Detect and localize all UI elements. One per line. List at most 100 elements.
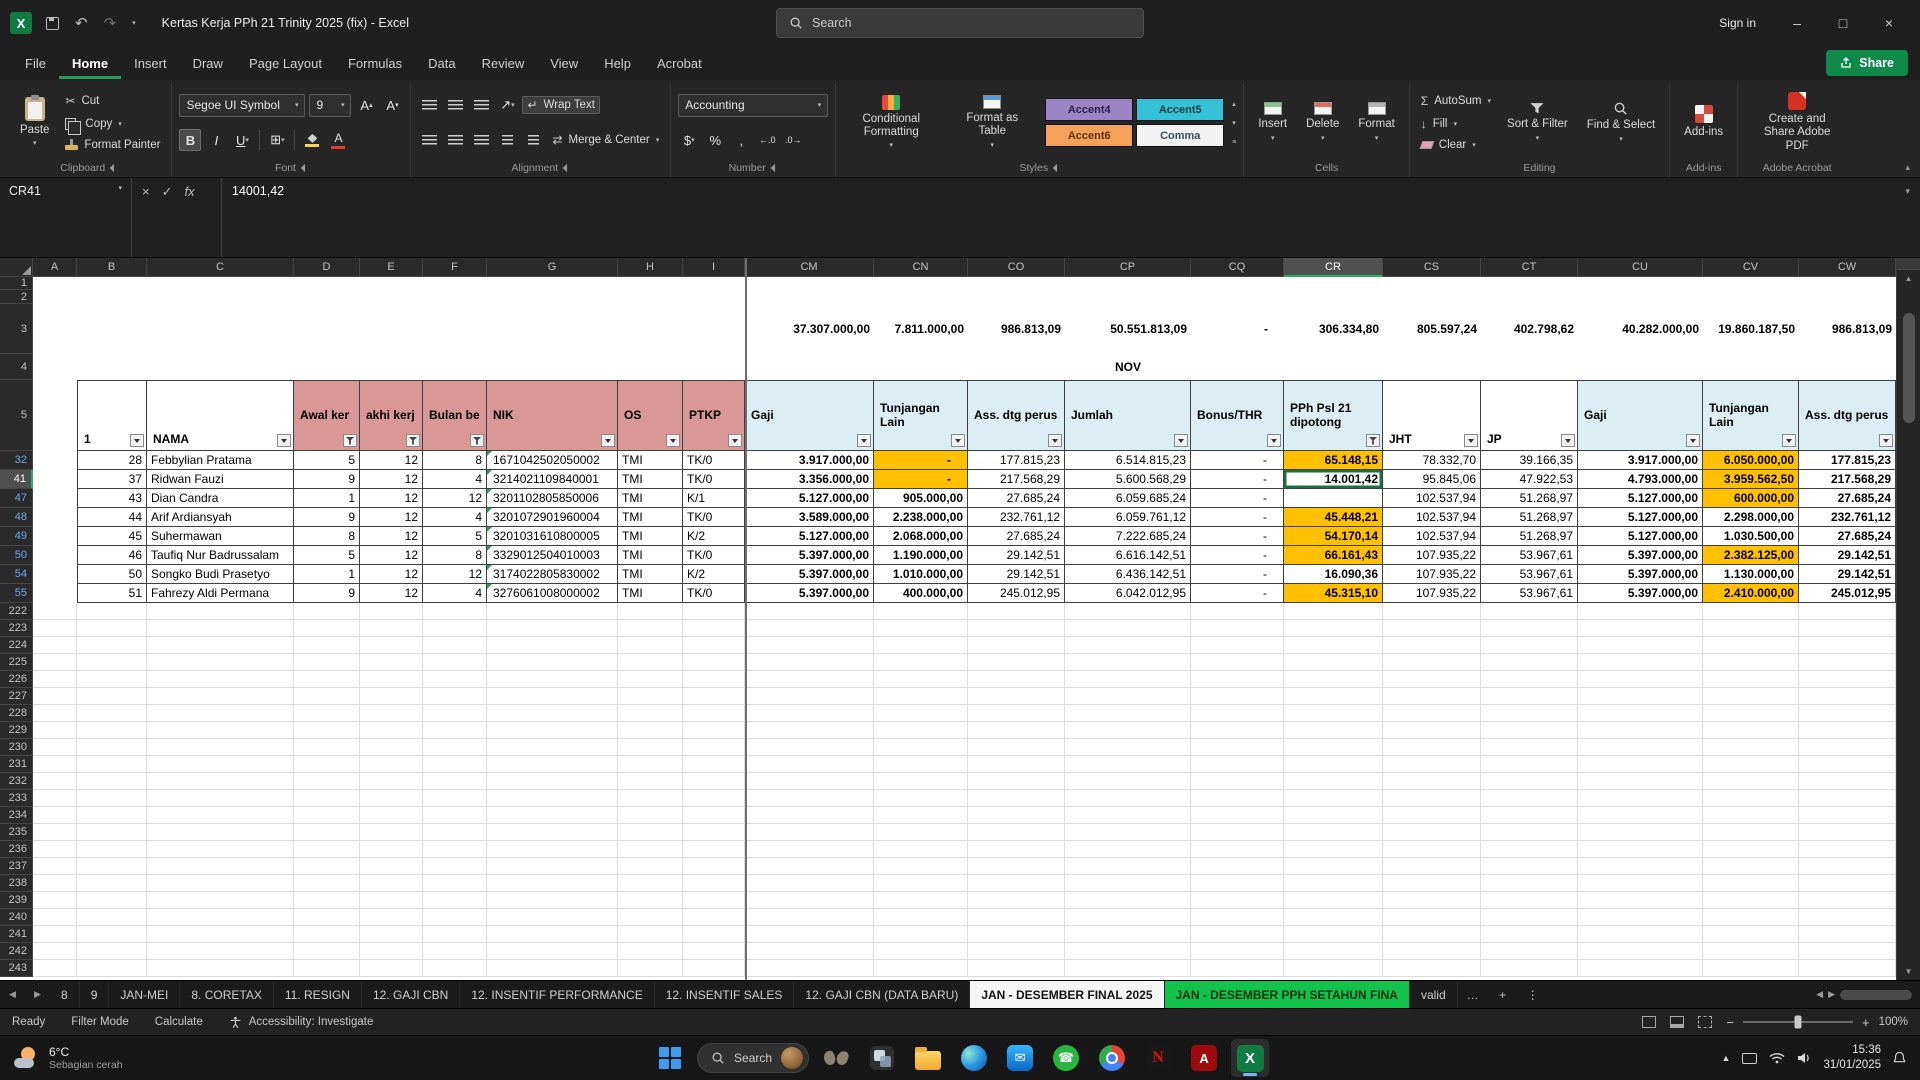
cell[interactable] bbox=[487, 354, 618, 380]
cell[interactable] bbox=[1481, 739, 1578, 756]
cell[interactable] bbox=[77, 637, 147, 654]
filter-button-D[interactable] bbox=[343, 434, 357, 447]
row-header-226[interactable]: 226 bbox=[0, 671, 33, 688]
cell[interactable] bbox=[745, 739, 874, 756]
cell[interactable] bbox=[360, 756, 423, 773]
cell[interactable]: 46 bbox=[77, 546, 147, 565]
cell[interactable] bbox=[1284, 926, 1383, 943]
cell[interactable] bbox=[487, 756, 618, 773]
filter-button-CO[interactable] bbox=[1048, 434, 1062, 447]
cell[interactable] bbox=[1481, 654, 1578, 671]
cell[interactable]: 1 bbox=[294, 565, 360, 584]
cell[interactable] bbox=[1383, 909, 1481, 926]
filter-button-B[interactable] bbox=[130, 434, 144, 447]
style-gallery-scroll[interactable]: ▴ ▾ ≡ bbox=[1232, 98, 1236, 148]
row-header-48[interactable]: 48 bbox=[0, 508, 33, 527]
cell[interactable] bbox=[1383, 739, 1481, 756]
cell[interactable] bbox=[968, 807, 1065, 824]
cell[interactable]: - bbox=[1191, 304, 1284, 354]
cell[interactable] bbox=[423, 722, 487, 739]
scroll-up-icon[interactable]: ▲ bbox=[1905, 270, 1913, 287]
cell[interactable] bbox=[1383, 756, 1481, 773]
cell[interactable] bbox=[1284, 489, 1383, 508]
filter-button-CT[interactable] bbox=[1561, 434, 1575, 447]
cell[interactable] bbox=[1799, 892, 1896, 909]
cell[interactable] bbox=[1578, 807, 1703, 824]
align-bottom-button[interactable] bbox=[470, 94, 492, 116]
cell[interactable]: 5.397.000,00 bbox=[745, 584, 874, 603]
row-header-5[interactable]: 5 bbox=[0, 380, 33, 451]
cell[interactable] bbox=[618, 756, 683, 773]
cell[interactable] bbox=[33, 705, 77, 722]
status-calculate[interactable]: Calculate bbox=[155, 1016, 203, 1028]
cell[interactable] bbox=[874, 756, 968, 773]
cell[interactable] bbox=[618, 290, 683, 304]
cell[interactable]: Bonus/THR bbox=[1191, 380, 1284, 451]
cell[interactable]: 12 bbox=[360, 584, 423, 603]
cell[interactable] bbox=[1481, 926, 1578, 943]
cell[interactable] bbox=[294, 960, 360, 977]
cell[interactable]: 217.568,29 bbox=[968, 470, 1065, 489]
align-left-button[interactable] bbox=[418, 129, 440, 151]
cell[interactable] bbox=[683, 892, 745, 909]
cell[interactable] bbox=[294, 637, 360, 654]
cell[interactable] bbox=[1191, 875, 1284, 892]
cell[interactable]: 7.811.000,00 bbox=[874, 304, 968, 354]
cell[interactable] bbox=[33, 739, 77, 756]
sheet-tab-12-gaji-cbn-data-baru[interactable]: 12. GAJI CBN (DATA BARU) bbox=[794, 981, 971, 1008]
cell[interactable]: 102.537,94 bbox=[1383, 489, 1481, 508]
cell[interactable] bbox=[487, 705, 618, 722]
cell[interactable] bbox=[1284, 756, 1383, 773]
column-header-CR[interactable]: CR bbox=[1284, 258, 1383, 277]
taskbar-search[interactable]: Search bbox=[696, 1043, 810, 1073]
cell[interactable]: 5.397.000,00 bbox=[1578, 546, 1703, 565]
cell[interactable] bbox=[1284, 620, 1383, 637]
style-chip-comma[interactable]: Comma bbox=[1136, 124, 1225, 147]
cell[interactable] bbox=[1578, 290, 1703, 304]
cell[interactable] bbox=[294, 909, 360, 926]
cell[interactable] bbox=[487, 858, 618, 875]
cell[interactable] bbox=[1578, 841, 1703, 858]
cell[interactable]: - bbox=[1191, 489, 1284, 508]
cell[interactable]: TMI bbox=[618, 527, 683, 546]
cell[interactable] bbox=[423, 824, 487, 841]
cell[interactable] bbox=[618, 354, 683, 380]
cell[interactable] bbox=[1578, 892, 1703, 909]
cell[interactable]: TMI bbox=[618, 489, 683, 508]
cell[interactable]: Ass. dtg perus bbox=[968, 380, 1065, 451]
row-header-239[interactable]: 239 bbox=[0, 892, 33, 909]
cell[interactable] bbox=[1065, 892, 1191, 909]
cell[interactable] bbox=[1703, 824, 1799, 841]
cell[interactable]: Jumlah bbox=[1065, 380, 1191, 451]
cell[interactable] bbox=[423, 637, 487, 654]
cell[interactable] bbox=[294, 739, 360, 756]
cell[interactable] bbox=[1383, 960, 1481, 977]
cell[interactable] bbox=[1481, 756, 1578, 773]
cell[interactable] bbox=[33, 380, 77, 451]
filter-button-CN[interactable] bbox=[951, 434, 965, 447]
sheet-tab-12-gaji-cbn[interactable]: 12. GAJI CBN bbox=[362, 981, 461, 1008]
cell[interactable] bbox=[147, 824, 294, 841]
cell[interactable] bbox=[1284, 773, 1383, 790]
borders-button[interactable]: ⊞ ▾ bbox=[266, 129, 288, 151]
cell[interactable] bbox=[968, 960, 1065, 977]
row-header-228[interactable]: 228 bbox=[0, 705, 33, 722]
cell[interactable] bbox=[360, 705, 423, 722]
cell[interactable] bbox=[33, 960, 77, 977]
sheet-tab-jan-mei[interactable]: JAN-MEI bbox=[109, 981, 181, 1008]
row-header-49[interactable]: 49 bbox=[0, 527, 33, 546]
align-middle-button[interactable] bbox=[444, 94, 466, 116]
cell[interactable] bbox=[423, 654, 487, 671]
cell[interactable] bbox=[33, 807, 77, 824]
cell[interactable] bbox=[1578, 277, 1703, 290]
cell[interactable]: 3276061008000002 bbox=[487, 584, 618, 603]
cell[interactable] bbox=[1284, 603, 1383, 620]
cell[interactable]: 9 bbox=[294, 470, 360, 489]
cell[interactable]: 65.148,15 bbox=[1284, 451, 1383, 470]
cell[interactable] bbox=[77, 277, 147, 290]
cell[interactable] bbox=[147, 722, 294, 739]
cell[interactable]: 45 bbox=[77, 527, 147, 546]
cell[interactable] bbox=[745, 290, 874, 304]
cell[interactable] bbox=[683, 926, 745, 943]
filter-button-I[interactable] bbox=[728, 434, 742, 447]
